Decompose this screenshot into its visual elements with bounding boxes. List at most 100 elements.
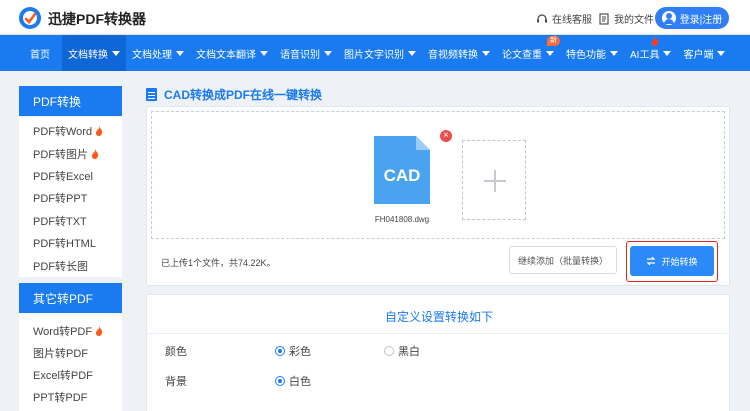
radio-empty-icon xyxy=(384,346,394,356)
settings-title: 自定义设置转换如下 xyxy=(384,310,493,324)
sidebar-item-pdf-to-word[interactable]: PDF转Word xyxy=(19,120,122,142)
nav-label: 客户端 xyxy=(683,49,714,61)
sidebar-item-label: PDF转TXT xyxy=(33,216,87,228)
color-radio-color[interactable]: 彩色 xyxy=(275,343,311,359)
document-icon xyxy=(599,12,609,25)
sidebar-heading-pdf-convert[interactable]: PDF转换 xyxy=(19,86,122,116)
brand-name[interactable]: 迅捷PDF转换器 xyxy=(48,9,146,29)
sidebar-item-pdf-to-ppt[interactable]: PDF转PPT xyxy=(19,187,122,209)
cad-file-icon: CAD xyxy=(374,136,430,204)
hot-flame-icon xyxy=(95,326,103,336)
nav-item-client[interactable]: 客户端 xyxy=(677,35,731,71)
sidebar-item-pdf-to-txt[interactable]: PDF转TXT xyxy=(19,210,122,232)
flame-icon xyxy=(651,36,659,46)
convert-arrows-icon xyxy=(647,256,656,266)
login-register-label: 登录|注册 xyxy=(679,14,723,26)
start-convert-button[interactable]: 开始转换 xyxy=(630,246,714,276)
add-file-button[interactable] xyxy=(462,140,526,220)
nav-label: 论文查重 xyxy=(502,49,542,61)
page-title-text: CAD转换成PDF在线一键转换 xyxy=(164,88,322,102)
document-icon xyxy=(146,88,157,101)
settings-divider xyxy=(147,333,731,334)
nav-item-translate[interactable]: 文档文本翻译 xyxy=(190,35,274,71)
nav-label: 文档文本翻译 xyxy=(196,49,256,61)
nav-label: 语音识别 xyxy=(280,49,320,61)
sidebar-item-label: PDF转PPT xyxy=(33,193,88,205)
nav-label: 首页 xyxy=(30,49,50,61)
cad-file-type-label: CAD xyxy=(384,166,421,185)
nav-label: 图片文字识别 xyxy=(344,49,404,61)
chevron-down-icon xyxy=(260,50,268,56)
remove-file-button[interactable]: × xyxy=(440,130,452,142)
upload-card: CAD × FH041808.dwg 已上传1个文件，共74.22K。 继续添加… xyxy=(146,106,730,286)
radio-label: 彩色 xyxy=(289,346,311,358)
my-files-link[interactable]: 我的文件 xyxy=(598,11,654,26)
color-option-label: 颜色 xyxy=(165,346,187,358)
nav-label: 特色功能 xyxy=(566,49,606,61)
sidebar-item-label: Excel转PDF xyxy=(33,370,93,382)
radio-label: 白色 xyxy=(289,376,311,388)
sidebar-item-label: PDF转长图 xyxy=(33,261,88,273)
nav-label: 文档处理 xyxy=(132,49,172,61)
color-radio-bw[interactable]: 黑白 xyxy=(384,343,420,359)
sidebar-item-label: PDF转图片 xyxy=(33,149,88,161)
chevron-down-icon xyxy=(482,50,490,56)
nav-item-document-convert[interactable]: 文档转换 xyxy=(62,35,126,71)
sidebar-item-label: PPT转PDF xyxy=(33,392,88,404)
nav-item-home[interactable]: 首页 xyxy=(0,35,62,71)
hot-flame-icon xyxy=(91,149,99,159)
start-convert-label: 开始转换 xyxy=(661,256,698,267)
hot-flame-icon xyxy=(95,126,103,136)
user-avatar-icon xyxy=(661,11,676,25)
customer-service-label: 在线客服 xyxy=(552,15,592,26)
page-title: CAD转换成PDF在线一键转换 xyxy=(146,86,322,103)
chevron-down-icon xyxy=(610,50,618,56)
nav-item-document-process[interactable]: 文档处理 xyxy=(126,35,190,71)
nav-label: 文档转换 xyxy=(68,49,108,61)
nav-item-plagiarism[interactable]: 论文查重新 xyxy=(496,35,560,71)
my-files-label: 我的文件 xyxy=(614,15,654,26)
chevron-down-icon xyxy=(176,50,184,56)
sidebar-item-pdf-to-long-image[interactable]: PDF转长图 xyxy=(19,255,122,277)
top-header: 迅捷PDF转换器 在线客服 我的文件 登录|注册 xyxy=(0,0,750,35)
customer-service-link[interactable]: 在线客服 xyxy=(536,11,592,26)
upload-status: 已上传1个文件，共74.22K。 xyxy=(161,258,276,268)
sidebar-item-pdf-to-excel[interactable]: PDF转Excel xyxy=(19,165,122,187)
background-radio-white[interactable]: 白色 xyxy=(275,373,311,389)
chevron-down-icon xyxy=(717,50,726,56)
nav-item-av-convert[interactable]: 音视频转换 xyxy=(422,35,496,71)
sidebar-item-label: Word转PDF xyxy=(33,326,93,338)
radio-selected-icon xyxy=(275,346,285,356)
sidebar-item-ppt-to-pdf[interactable]: PPT转PDF xyxy=(19,386,122,408)
chevron-down-icon xyxy=(408,50,416,56)
settings-card: 自定义设置转换如下 颜色 彩色 黑白 背景 白色 xyxy=(146,294,731,411)
close-icon: × xyxy=(443,130,449,141)
nav-label: 音视频转换 xyxy=(428,49,478,61)
chevron-down-icon xyxy=(546,50,554,56)
file-dropzone[interactable]: CAD × FH041808.dwg xyxy=(151,111,725,239)
background-option-label: 背景 xyxy=(165,376,187,388)
sidebar-item-excel-to-pdf[interactable]: Excel转PDF xyxy=(19,364,122,386)
nav-item-ocr[interactable]: 图片文字识别 xyxy=(338,35,422,71)
nav-item-features[interactable]: 特色功能 xyxy=(560,35,624,71)
sidebar-item-word-to-pdf[interactable]: Word转PDF xyxy=(19,320,122,342)
radio-label: 黑白 xyxy=(398,346,420,358)
sidebar-item-image-to-pdf[interactable]: 图片转PDF xyxy=(19,342,122,364)
headset-icon xyxy=(537,13,547,22)
nav-label: AI工具 xyxy=(630,49,660,61)
add-more-batch-button[interactable]: 继续添加（批量转换） xyxy=(509,246,617,274)
login-register-button[interactable]: 登录|注册 xyxy=(655,7,729,29)
nav-item-speech[interactable]: 语音识别 xyxy=(274,35,338,71)
main-nav: 首页 文档转换 文档处理 文档文本翻译 语音识别 图片文字识别 音视频转换 论文… xyxy=(0,35,750,71)
chevron-down-icon xyxy=(324,50,332,56)
sidebar-item-pdf-to-image[interactable]: PDF转图片 xyxy=(19,143,122,165)
file-name: FH041808.dwg xyxy=(374,215,430,224)
sidebar-heading-other-to-pdf[interactable]: 其它转PDF xyxy=(19,283,122,313)
sidebar-item-label: PDF转HTML xyxy=(33,238,96,250)
nav-item-ai-tools[interactable]: AI工具 xyxy=(624,35,677,71)
sidebar-item-label: PDF转Excel xyxy=(33,171,93,183)
sidebar-item-pdf-to-html[interactable]: PDF转HTML xyxy=(19,232,122,254)
chevron-down-icon xyxy=(663,50,672,56)
chevron-down-icon xyxy=(112,50,120,56)
brand-logo-icon[interactable] xyxy=(18,6,42,30)
